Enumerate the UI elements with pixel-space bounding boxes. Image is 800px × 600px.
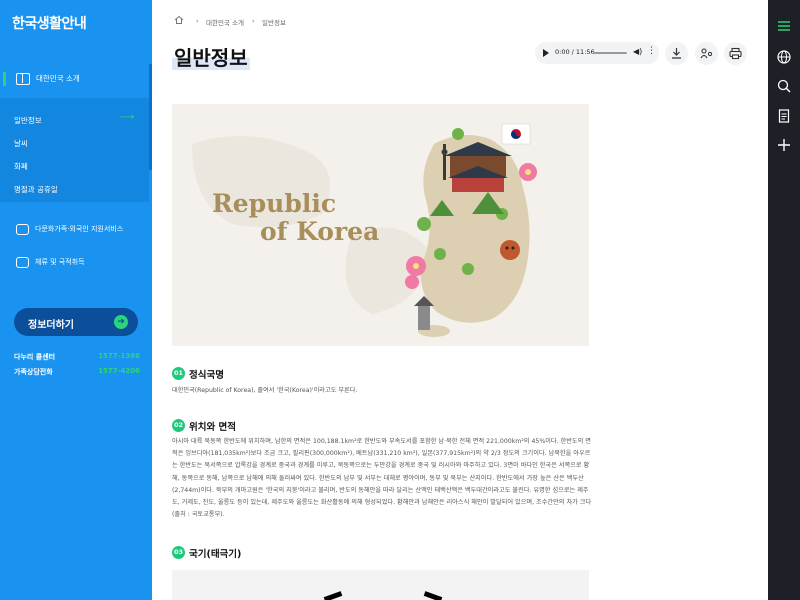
arrow-right-icon: ⟶ [120,112,135,123]
search-icon[interactable] [776,78,792,94]
section-body: 아시아 대륙 북동쪽 한반도에 위치하며, 남한의 면적은 100,188.1k… [172,438,592,519]
submenu-item-general-info[interactable]: 일반정보 [14,115,42,126]
contact-row: 다누리 콜센터 1577-1366 [14,352,140,364]
section-title: 정식국명 [189,370,224,381]
progress-slider[interactable] [593,52,627,54]
contact-row: 가족상담전화 1577-4206 [14,367,140,379]
section-title: 위치와 면적 [189,422,237,433]
section-number: 02 [172,419,185,432]
breadcrumb-item[interactable]: 대한민국 소개 [206,17,244,27]
sidebar-item-label: 대한민국 소개 [36,74,80,83]
sidebar-item-korea-intro[interactable]: 대한민국 소개 [0,66,149,96]
section-body: 대한민국(Republic of Korea), 줄여서 '한국(Korea)'… [172,387,358,394]
active-indicator [3,72,6,86]
trigram-mark [423,591,443,600]
more-options-icon[interactable]: ⋮ [647,46,656,56]
hero-title-line1: Republic [212,189,336,218]
print-button[interactable] [724,42,747,65]
globe-icon[interactable] [776,49,792,65]
volume-icon[interactable]: ◀) [633,47,642,56]
more-info-label: 정보더하기 [28,320,74,331]
chevron-right-icon: › [196,17,199,25]
sidebar: 한국생활안내 대한민국 소개 일반정보 ⟶ 날씨 화폐 명절과 공휴일 다문화가… [0,0,152,600]
right-toolbar [768,0,800,600]
home-icon[interactable] [174,15,184,27]
player-time: 0:00 / 11:56 [555,48,595,56]
plus-icon[interactable] [776,137,792,153]
page-title: 일반정보 [172,42,250,70]
submenu-item-weather[interactable]: 날씨 [14,138,28,149]
flag-illustration [172,570,589,600]
chevron-right-icon: › [252,17,255,25]
contact-phone[interactable]: 1577-4206 [98,367,140,375]
breadcrumb-item[interactable]: 일반정보 [262,17,286,27]
sidebar-item-label: 다문화가족·외국인 지원서비스 [35,225,124,233]
play-icon[interactable] [543,49,549,57]
share-icon [700,48,713,59]
main-content: › 대한민국 소개 › 일반정보 일반정보 0:00 / 11:56 ◀) ⋮ [152,0,768,600]
korea-map-illustration: Republic of Korea [172,104,589,346]
download-button[interactable] [665,42,688,65]
id-card-icon [16,257,29,268]
sidebar-item-support-services[interactable]: 다문화가족·외국인 지원서비스 [0,219,149,241]
hero-title-line2: of Korea [260,217,379,246]
family-icon [16,224,29,235]
section-title: 국기(태극기) [189,549,242,560]
brand-logo[interactable]: 한국생활안내 [12,13,87,33]
audio-player[interactable]: 0:00 / 11:56 ◀) ⋮ [535,42,659,64]
document-icon[interactable] [776,108,792,124]
app-window: 한국생활안내 대한민국 소개 일반정보 ⟶ 날씨 화폐 명절과 공휴일 다문화가… [0,0,800,600]
contact-phone[interactable]: 1577-1366 [98,352,140,360]
contact-name: 가족상담전화 [14,368,53,376]
sidebar-item-residence[interactable]: 체류 및 국적취득 [0,252,149,274]
menu-icon[interactable] [776,18,792,34]
book-icon [16,73,30,85]
more-info-button[interactable]: 정보더하기 ➜ [14,308,138,336]
submenu-item-holidays[interactable]: 명절과 공휴일 [14,184,58,195]
section-number: 03 [172,546,185,559]
section-number: 01 [172,367,185,380]
submenu-item-currency[interactable]: 화폐 [14,161,28,172]
share-button[interactable] [695,42,718,65]
sidebar-item-label: 체류 및 국적취득 [35,258,85,266]
print-icon [729,47,742,60]
download-icon [672,48,681,59]
contact-name: 다누리 콜센터 [14,353,56,361]
trigram-mark [323,591,343,600]
arrow-icon: ➜ [114,315,128,329]
